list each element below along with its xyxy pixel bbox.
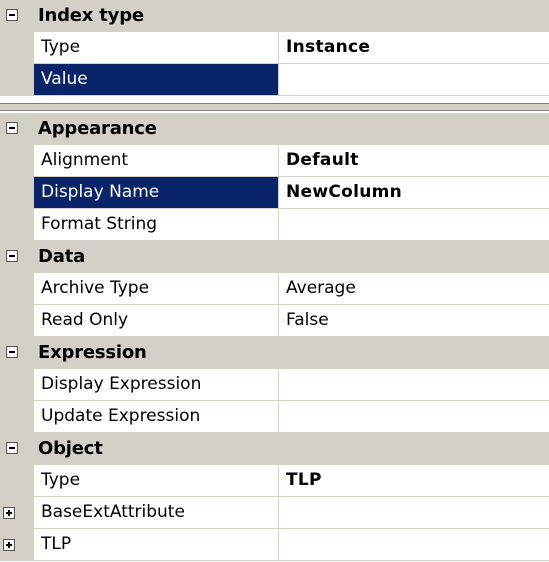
row-gutter bbox=[0, 529, 34, 561]
property-value: Default bbox=[286, 150, 359, 170]
property-name: Display Expression bbox=[41, 374, 202, 394]
property-row-baseextattribute[interactable]: BaseExtAttribute bbox=[0, 497, 549, 529]
property-value: Instance bbox=[286, 37, 371, 57]
property-value: NewColumn bbox=[286, 182, 403, 202]
minus-box-icon[interactable] bbox=[6, 9, 18, 21]
property-value-cell[interactable]: NewColumn bbox=[279, 177, 549, 209]
property-name: TLP bbox=[41, 534, 72, 554]
property-name-cell[interactable]: Format String bbox=[34, 209, 279, 241]
row-gutter bbox=[0, 401, 34, 433]
minus-box-icon[interactable] bbox=[6, 250, 18, 262]
property-name-cell[interactable]: Type bbox=[34, 465, 279, 497]
property-value: TLP bbox=[286, 470, 322, 490]
property-value-cell[interactable] bbox=[279, 209, 549, 241]
property-name: Alignment bbox=[41, 150, 129, 170]
property-row-archive-type[interactable]: Archive Type Average bbox=[0, 273, 549, 305]
property-name: Display Name bbox=[41, 182, 160, 202]
category-label: Appearance bbox=[38, 118, 157, 139]
property-name: Archive Type bbox=[41, 278, 150, 298]
property-row-read-only[interactable]: Read Only False bbox=[0, 305, 549, 337]
property-row-update-expression[interactable]: Update Expression bbox=[0, 401, 549, 433]
category-label: Expression bbox=[38, 342, 147, 363]
property-name-cell[interactable]: Alignment bbox=[34, 145, 279, 177]
property-name-cell[interactable]: Read Only bbox=[34, 305, 279, 337]
category-label: Object bbox=[38, 438, 103, 459]
minus-box-icon[interactable] bbox=[6, 442, 18, 454]
category-label: Data bbox=[38, 246, 86, 267]
property-value-cell[interactable]: Instance bbox=[279, 32, 549, 64]
property-value-cell[interactable]: Average bbox=[279, 273, 549, 305]
property-value: False bbox=[286, 310, 329, 330]
property-row-display-expression[interactable]: Display Expression bbox=[0, 369, 549, 401]
plus-box-icon[interactable] bbox=[3, 539, 15, 551]
property-value-cell[interactable] bbox=[279, 497, 549, 529]
property-value: Average bbox=[286, 278, 356, 298]
property-grid: Index type Type Instance Value Appearanc… bbox=[0, 0, 549, 562]
property-name: Format String bbox=[41, 214, 158, 234]
category-expression[interactable]: Expression bbox=[0, 337, 549, 369]
row-gutter bbox=[0, 305, 34, 337]
property-value-cell[interactable] bbox=[279, 529, 549, 561]
row-gutter bbox=[0, 273, 34, 305]
row-gutter bbox=[0, 64, 34, 96]
property-name-cell[interactable]: Display Name bbox=[34, 177, 279, 209]
category-data[interactable]: Data bbox=[0, 241, 549, 273]
property-name: Update Expression bbox=[41, 406, 201, 426]
property-name-cell[interactable]: Type bbox=[34, 32, 279, 64]
category-index-type[interactable]: Index type bbox=[0, 0, 549, 32]
category-label: Index type bbox=[38, 5, 144, 26]
property-value-cell[interactable] bbox=[279, 64, 549, 96]
property-row-tlp[interactable]: TLP bbox=[0, 529, 549, 561]
property-name-cell[interactable]: Update Expression bbox=[34, 401, 279, 433]
row-gutter bbox=[0, 465, 34, 497]
property-name-cell[interactable]: Display Expression bbox=[34, 369, 279, 401]
row-gutter bbox=[0, 209, 34, 241]
row-gutter bbox=[0, 497, 34, 529]
grid-splitter[interactable] bbox=[0, 103, 549, 111]
property-name: BaseExtAttribute bbox=[41, 502, 185, 522]
property-name-cell[interactable]: Archive Type bbox=[34, 273, 279, 305]
category-appearance[interactable]: Appearance bbox=[0, 113, 549, 145]
row-gutter bbox=[0, 369, 34, 401]
property-row-type[interactable]: Type Instance bbox=[0, 32, 549, 64]
minus-box-icon[interactable] bbox=[6, 346, 18, 358]
property-name: Value bbox=[41, 69, 88, 89]
row-gutter bbox=[0, 177, 34, 209]
property-name-cell[interactable]: TLP bbox=[34, 529, 279, 561]
property-name-cell[interactable]: BaseExtAttribute bbox=[34, 497, 279, 529]
property-row-object-type[interactable]: Type TLP bbox=[0, 465, 549, 497]
property-value-cell[interactable] bbox=[279, 401, 549, 433]
row-gutter bbox=[0, 145, 34, 177]
row-gutter bbox=[0, 32, 34, 64]
property-value-cell[interactable] bbox=[279, 369, 549, 401]
property-row-format-string[interactable]: Format String bbox=[0, 209, 549, 241]
minus-box-icon[interactable] bbox=[6, 122, 18, 134]
property-value-cell[interactable]: Default bbox=[279, 145, 549, 177]
property-row-alignment[interactable]: Alignment Default bbox=[0, 145, 549, 177]
plus-box-icon[interactable] bbox=[3, 507, 15, 519]
property-row-value[interactable]: Value bbox=[0, 64, 549, 96]
property-value-cell[interactable]: False bbox=[279, 305, 549, 337]
property-name: Read Only bbox=[41, 310, 129, 330]
property-name-cell[interactable]: Value bbox=[34, 64, 279, 96]
property-row-display-name[interactable]: Display Name NewColumn bbox=[0, 177, 549, 209]
property-name: Type bbox=[41, 37, 81, 57]
property-name: Type bbox=[41, 470, 81, 490]
category-object[interactable]: Object bbox=[0, 433, 549, 465]
property-value-cell[interactable]: TLP bbox=[279, 465, 549, 497]
